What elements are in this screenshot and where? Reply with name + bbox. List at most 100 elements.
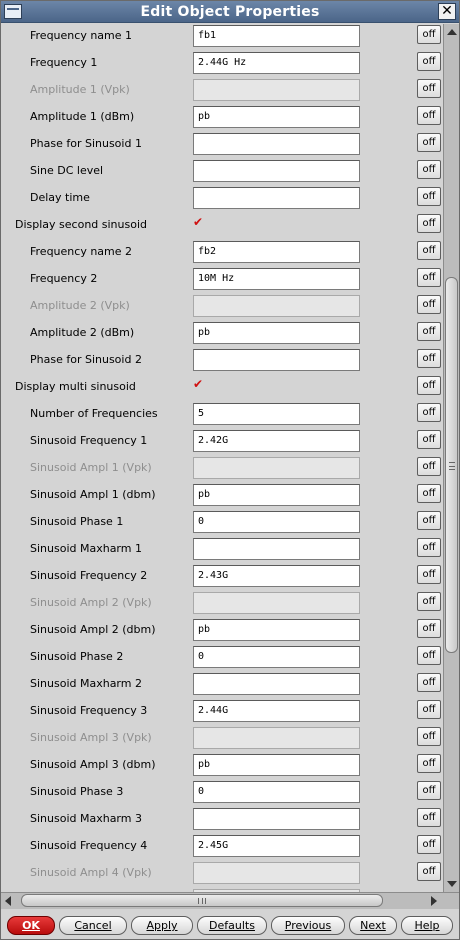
field-label: Display second sinusoid [15, 218, 147, 231]
amplitude-1-vpk-input [193, 79, 360, 101]
field-label: Sine DC level [30, 164, 104, 177]
title-bar: Edit Object Properties ✕ [1, 1, 459, 23]
off-button[interactable]: off [417, 160, 441, 179]
checkmark-icon[interactable] [193, 377, 207, 393]
field-label: Sinusoid Phase 1 [30, 515, 124, 528]
off-button[interactable]: off [417, 79, 441, 98]
number-of-frequencies-input[interactable]: 5 [193, 403, 360, 425]
off-button[interactable]: off [417, 619, 441, 638]
sinusoid-frequency-1-input[interactable]: 2.42G [193, 430, 360, 452]
scroll-right-arrow-icon[interactable] [431, 896, 437, 906]
sinusoid-maxharm-1-input[interactable] [193, 538, 360, 560]
field-label: Frequency name 1 [30, 29, 133, 42]
checkmark-icon[interactable] [193, 215, 207, 231]
row-sinusoid-phase-1: Sinusoid Phase 1 0 off [1, 510, 443, 537]
amplitude-2-vpk-input [193, 295, 360, 317]
off-button[interactable]: off [417, 214, 441, 233]
off-button[interactable]: off [417, 376, 441, 395]
horizontal-scroll-thumb[interactable] [21, 894, 383, 907]
sinusoid-ampl-2-dbm-input[interactable]: pb [193, 619, 360, 641]
sinusoid-frequency-3-input[interactable]: 2.44G [193, 700, 360, 722]
off-button[interactable]: off [417, 241, 441, 260]
row-sinusoid-ampl-2-vpk: Sinusoid Ampl 2 (Vpk) off [1, 591, 443, 618]
off-button[interactable]: off [417, 700, 441, 719]
frequency-1-input[interactable]: 2.44G Hz [193, 52, 360, 74]
off-button[interactable]: off [417, 25, 441, 44]
off-button[interactable]: off [417, 187, 441, 206]
horizontal-scrollbar[interactable] [1, 892, 459, 909]
off-button[interactable]: off [417, 457, 441, 476]
off-button[interactable]: off [417, 52, 441, 71]
sinusoid-maxharm-3-input[interactable] [193, 808, 360, 830]
phase-sinusoid-2-input[interactable] [193, 349, 360, 371]
previous-button[interactable]: Previous [271, 916, 345, 935]
scroll-up-arrow-icon[interactable] [447, 29, 457, 35]
row-sinusoid-ampl-2-dbm: Sinusoid Ampl 2 (dbm) pb off [1, 618, 443, 645]
off-button[interactable]: off [417, 808, 441, 827]
off-button[interactable]: off [417, 430, 441, 449]
scroll-left-arrow-icon[interactable] [5, 896, 11, 906]
sinusoid-frequency-4-input[interactable]: 2.45G [193, 835, 360, 857]
field-label: Sinusoid Phase 2 [30, 650, 124, 663]
next-button[interactable]: Next [349, 916, 397, 935]
sinusoid-maxharm-2-input[interactable] [193, 673, 360, 695]
field-label: Sinusoid Ampl 2 (Vpk) [30, 596, 152, 609]
sinusoid-phase-3-input[interactable]: 0 [193, 781, 360, 803]
sinusoid-phase-1-input[interactable]: 0 [193, 511, 360, 533]
delay-time-input[interactable] [193, 187, 360, 209]
cancel-button[interactable]: Cancel [59, 916, 127, 935]
apply-button[interactable]: Apply [131, 916, 193, 935]
ok-label: OK [22, 919, 40, 932]
off-button[interactable]: off [417, 106, 441, 125]
scroll-down-arrow-icon[interactable] [447, 881, 457, 887]
off-button[interactable]: off [417, 727, 441, 746]
frequency-2-input[interactable]: 10M Hz [193, 268, 360, 290]
off-button[interactable]: off [417, 565, 441, 584]
row-delay-time: Delay time off [1, 186, 443, 213]
defaults-label: Defaults [209, 919, 255, 932]
off-button[interactable]: off [417, 592, 441, 611]
off-button[interactable]: off [417, 403, 441, 422]
off-button[interactable]: off [417, 538, 441, 557]
off-button[interactable]: off [417, 646, 441, 665]
off-button[interactable]: off [417, 781, 441, 800]
amplitude-2-dbm-input[interactable]: pb [193, 322, 360, 344]
amplitude-1-dbm-input[interactable]: pb [193, 106, 360, 128]
row-sinusoid-frequency-1: Sinusoid Frequency 1 2.42G off [1, 429, 443, 456]
sine-dc-level-input[interactable] [193, 160, 360, 182]
phase-sinusoid-1-input[interactable] [193, 133, 360, 155]
off-button[interactable]: off [417, 511, 441, 530]
off-button[interactable]: off [417, 673, 441, 692]
off-button[interactable]: off [417, 268, 441, 287]
grip-icon [198, 898, 206, 904]
field-label: Frequency 1 [30, 56, 98, 69]
defaults-button[interactable]: Defaults [197, 916, 267, 935]
frequency-name-2-input[interactable]: fb2 [193, 241, 360, 263]
off-button[interactable]: off [417, 295, 441, 314]
field-label: Sinusoid Phase 3 [30, 785, 124, 798]
field-label: Sinusoid Maxharm 2 [30, 677, 142, 690]
row-sinusoid-maxharm-3: Sinusoid Maxharm 3 off [1, 807, 443, 834]
help-button[interactable]: Help [401, 916, 453, 935]
field-label: Frequency 2 [30, 272, 98, 285]
sinusoid-phase-2-input[interactable]: 0 [193, 646, 360, 668]
off-button[interactable]: off [417, 754, 441, 773]
field-label: Phase for Sinusoid 1 [30, 137, 142, 150]
close-icon[interactable]: ✕ [438, 3, 456, 20]
field-label: Display multi sinusoid [15, 380, 136, 393]
off-button[interactable]: off [417, 133, 441, 152]
off-button[interactable]: off [417, 835, 441, 854]
sinusoid-ampl-3-dbm-input[interactable]: pb [193, 754, 360, 776]
vertical-scrollbar[interactable] [443, 24, 459, 892]
off-button[interactable]: off [417, 862, 441, 881]
vertical-scroll-thumb[interactable] [445, 277, 458, 653]
row-sinusoid-maxharm-1: Sinusoid Maxharm 1 off [1, 537, 443, 564]
off-button[interactable]: off [417, 349, 441, 368]
sinusoid-frequency-2-input[interactable]: 2.43G [193, 565, 360, 587]
ok-button[interactable]: OK [7, 916, 55, 935]
off-button[interactable]: off [417, 322, 441, 341]
sinusoid-ampl-1-dbm-input[interactable]: pb [193, 484, 360, 506]
frequency-name-1-input[interactable]: fb1 [193, 25, 360, 47]
off-button[interactable]: off [417, 484, 441, 503]
row-amplitude-2-dbm: Amplitude 2 (dBm) pb off [1, 321, 443, 348]
